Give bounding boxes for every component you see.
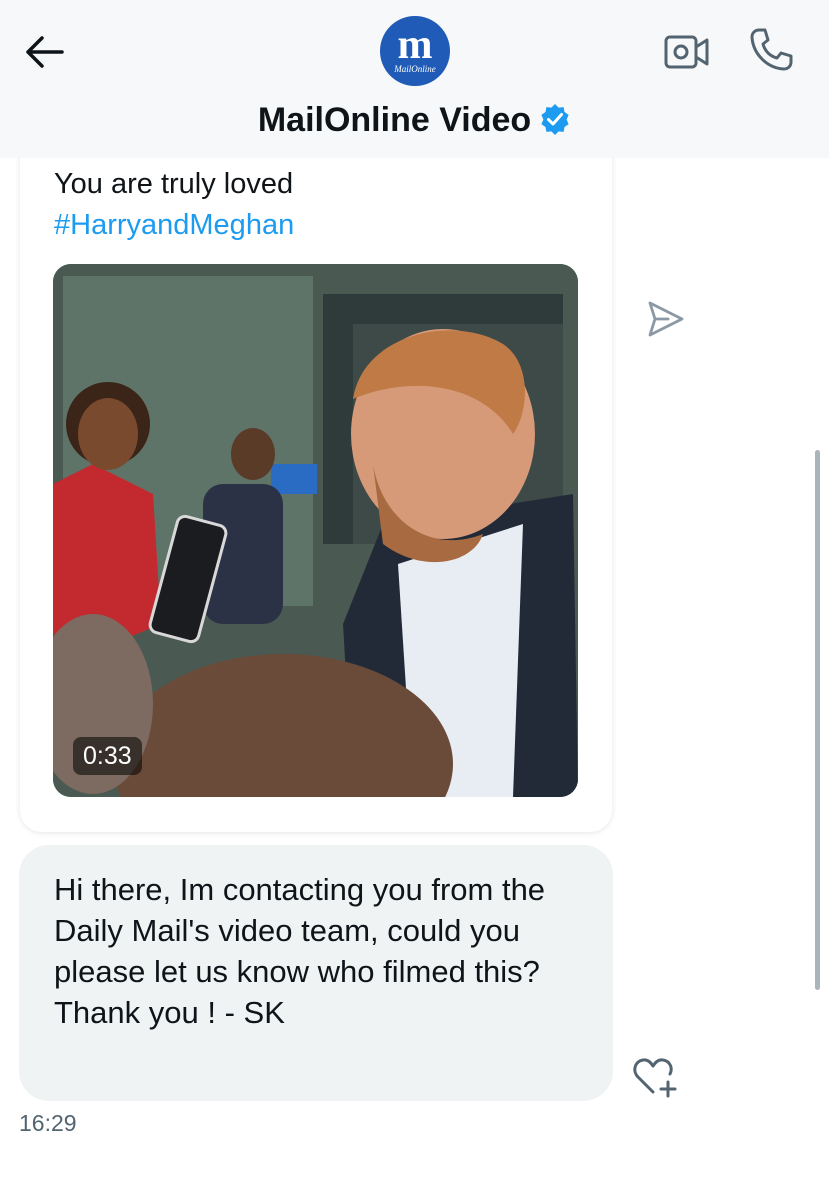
message-timestamp: 16:29: [19, 1110, 77, 1136]
video-duration: 0:33: [73, 737, 142, 775]
add-reaction-button[interactable]: [630, 1054, 680, 1100]
back-arrow-icon: [26, 36, 64, 68]
heart-plus-icon: [633, 1058, 677, 1098]
post-text: You are truly loved: [54, 168, 294, 200]
message-text: Hi there, Im contacting you from the Dai…: [54, 872, 546, 1030]
message-bubble[interactable]: Hi there, Im contacting you from the Dai…: [19, 845, 613, 1101]
share-button[interactable]: [642, 296, 688, 342]
conversation-title[interactable]: MailOnline Video: [0, 98, 829, 146]
avatar[interactable]: m MailOnline: [380, 16, 450, 86]
verified-badge-icon: [539, 102, 571, 146]
video-thumbnail[interactable]: 0:33: [53, 264, 578, 797]
post-text-block: You are truly loved #HarryandMeghan: [54, 164, 574, 246]
phone-call-button[interactable]: [745, 24, 797, 76]
page-title: MailOnline Video: [257, 101, 532, 139]
avatar-logo-text: MailOnline: [394, 64, 436, 74]
avatar-monogram: m: [397, 22, 433, 68]
video-call-button[interactable]: [660, 32, 712, 72]
shared-post-card[interactable]: You are truly loved #HarryandMeghan 0:33: [20, 120, 612, 832]
video-camera-icon: [664, 35, 709, 69]
phone-icon: [750, 28, 793, 71]
conversation-header: m MailOnline MailOnline Video: [0, 0, 829, 158]
back-button[interactable]: [20, 32, 68, 72]
scrollbar[interactable]: [815, 450, 820, 990]
hashtag-link[interactable]: #HarryandMeghan: [54, 205, 574, 246]
send-icon: [648, 301, 684, 337]
video-frame-illustration: [53, 264, 578, 797]
